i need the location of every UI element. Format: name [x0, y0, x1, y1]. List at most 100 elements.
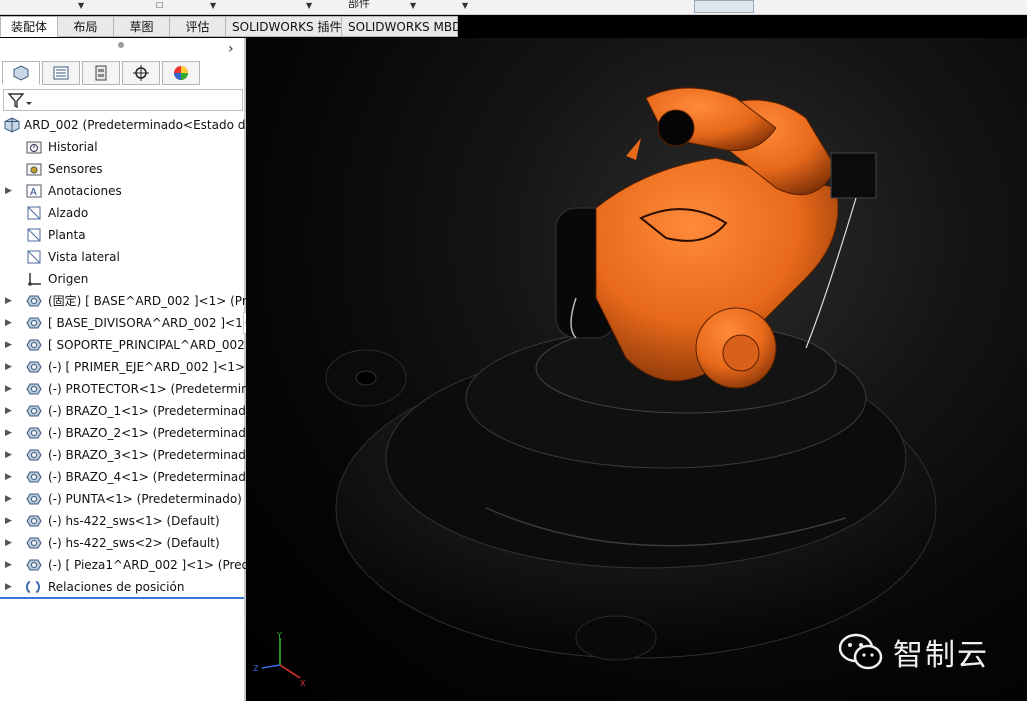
- tree-item[interactable]: ▶ Relaciones de posición: [0, 576, 246, 598]
- tree-item[interactable]: ▶ (-) BRAZO_3<1> (Predeterminado: [0, 444, 246, 466]
- expand-arrow-icon[interactable]: ▶: [5, 466, 12, 488]
- plane-icon: [27, 250, 41, 264]
- expand-arrow-icon[interactable]: ▶: [5, 312, 12, 334]
- part-icon: [26, 361, 42, 373]
- tree-item[interactable]: ▶ A Anotaciones: [0, 180, 246, 202]
- tree-item[interactable]: ▶ (-) [ PRIMER_EJE^ARD_002 ]<1> (: [0, 356, 246, 378]
- tree-item[interactable]: ▶ (-) hs-422_sws<1> (Default): [0, 510, 246, 532]
- tree-item[interactable]: Vista lateral: [0, 246, 246, 268]
- dropdown-arrow-icon[interactable]: ▼: [78, 1, 84, 10]
- tree-item-label: (-) BRAZO_2<1> (Predeterminado: [48, 426, 246, 440]
- tree-item[interactable]: ▶ (-) hs-422_sws<2> (Default): [0, 532, 246, 554]
- tree-item-label: (-) [ Pieza1^ARD_002 ]<1> (Prede: [48, 558, 246, 572]
- expand-arrow-icon[interactable]: ▶: [5, 576, 12, 598]
- tab-2[interactable]: 草图: [114, 16, 170, 37]
- tab-1[interactable]: 布局: [58, 16, 114, 37]
- dropdown-arrow-icon[interactable]: ▼: [410, 1, 416, 10]
- part-icon: [26, 383, 42, 395]
- checkbox-icon[interactable]: ☐: [156, 1, 163, 10]
- tree-item[interactable]: ▶ [ SOPORTE_PRINCIPAL^ARD_002 ]: [0, 334, 246, 356]
- tree-item-label: (-) BRAZO_3<1> (Predeterminado: [48, 448, 246, 462]
- part-icon: [26, 559, 42, 571]
- chevron-right-icon[interactable]: ›: [228, 41, 234, 57]
- history-folder-icon: [26, 141, 42, 154]
- annotations-icon: A: [26, 184, 42, 198]
- manager-tab-3[interactable]: [122, 61, 160, 85]
- tab-3[interactable]: 评估: [170, 16, 226, 37]
- dropdown-arrow-icon[interactable]: ▼: [210, 1, 216, 10]
- toolbar-label[interactable]: 部件: [348, 0, 370, 11]
- tree-item[interactable]: ▶ (-) BRAZO_1<1> (Predeterminado: [0, 400, 246, 422]
- mates-icon: [26, 581, 40, 593]
- tree-item-label: (-) hs-422_sws<2> (Default): [48, 536, 220, 550]
- part-icon: [26, 471, 42, 483]
- origin-icon: [28, 273, 41, 286]
- expand-arrow-icon[interactable]: ▶: [5, 290, 12, 312]
- tab-4[interactable]: SOLIDWORKS 插件: [226, 16, 342, 37]
- tree-item[interactable]: ▶ (固定) [ BASE^ARD_002 ]<1> (Prec: [0, 290, 246, 312]
- tab-bar-background: [458, 16, 706, 38]
- displaymanager-icon: [174, 66, 188, 80]
- tree-item-label: (-) BRAZO_1<1> (Predeterminado: [48, 404, 246, 418]
- tree-item[interactable]: ▶ [ BASE_DIVISORA^ARD_002 ]<1>: [0, 312, 246, 334]
- tree-item-label: Planta: [48, 228, 86, 242]
- expand-arrow-icon[interactable]: ▶: [5, 444, 12, 466]
- tree-item[interactable]: ▶ (-) [ Pieza1^ARD_002 ]<1> (Prede: [0, 554, 246, 576]
- panel-grip-handle[interactable]: [118, 42, 124, 48]
- plane-icon: [27, 206, 41, 220]
- manager-tab-0[interactable]: [2, 61, 40, 85]
- tree-item-label: Relaciones de posición: [48, 580, 185, 594]
- dropdown-arrow-icon[interactable]: ▼: [306, 1, 312, 10]
- tree-root-assembly[interactable]: ARD_002 (Predeterminado<Estado d: [0, 114, 246, 136]
- tree-item[interactable]: ▶ (-) PUNTA<1> (Predeterminado): [0, 488, 246, 510]
- part-icon: [26, 493, 42, 505]
- expand-arrow-icon[interactable]: ▶: [5, 334, 12, 356]
- part-icon: [26, 427, 42, 439]
- expand-arrow-icon[interactable]: ▶: [5, 510, 12, 532]
- tree-item[interactable]: ▶ (-) BRAZO_4<1> (Predeterminado: [0, 466, 246, 488]
- manager-tab-4[interactable]: [162, 61, 200, 85]
- tree-item[interactable]: ▶ (-) PROTECTOR<1> (Predetermina: [0, 378, 246, 400]
- expand-arrow-icon[interactable]: ▶: [5, 356, 12, 378]
- expand-arrow-icon[interactable]: ▶: [5, 488, 12, 510]
- tree-item-label: [ SOPORTE_PRINCIPAL^ARD_002 ]: [48, 338, 246, 352]
- tree-item-label: Origen: [48, 272, 89, 286]
- tab-5[interactable]: SOLIDWORKS MBD: [342, 16, 461, 37]
- tab-0[interactable]: 装配体: [0, 16, 58, 37]
- expand-arrow-icon[interactable]: ▶: [5, 422, 12, 444]
- tree-item-label: (-) PUNTA<1> (Predeterminado): [48, 492, 242, 506]
- expand-arrow-icon[interactable]: ▶: [5, 400, 12, 422]
- expand-arrow-icon[interactable]: ▶: [5, 554, 12, 576]
- tree-item-label: (-) [ PRIMER_EJE^ARD_002 ]<1> (: [48, 360, 246, 374]
- tree-filter-box[interactable]: [3, 89, 243, 111]
- expand-arrow-icon[interactable]: ▶: [5, 180, 12, 202]
- graphics-viewport[interactable]: Y X Z 智制云: [246, 38, 1027, 701]
- expand-arrow-icon[interactable]: ▶: [5, 378, 12, 400]
- watermark: 智制云: [837, 630, 989, 674]
- coordinate-triad: Y X Z: [250, 630, 310, 693]
- tree-item-label: [ BASE_DIVISORA^ARD_002 ]<1>: [48, 316, 246, 330]
- triad-z-label: Z: [253, 664, 259, 673]
- part-icon: [26, 295, 42, 307]
- tree-item-label: (-) PROTECTOR<1> (Predetermina: [48, 382, 246, 396]
- dropdown-arrow-icon[interactable]: ▼: [462, 1, 468, 10]
- sensors-folder-icon: [26, 163, 42, 176]
- svg-text:A: A: [30, 187, 37, 198]
- expand-arrow-icon[interactable]: ▶: [5, 532, 12, 554]
- tree-item[interactable]: Origen: [0, 268, 246, 290]
- triad-y-label: Y: [276, 631, 282, 640]
- tree-item-label: Anotaciones: [48, 184, 122, 198]
- part-icon: [26, 405, 42, 417]
- tree-item[interactable]: Historial: [0, 136, 246, 158]
- tree-root-label: ARD_002 (Predeterminado<Estado d: [24, 118, 246, 132]
- tree-item[interactable]: Planta: [0, 224, 246, 246]
- manager-tab-1[interactable]: [42, 61, 80, 85]
- part-icon: [26, 449, 42, 461]
- manager-tab-2[interactable]: [82, 61, 120, 85]
- tree-item[interactable]: Sensores: [0, 158, 246, 180]
- triad-x-label: X: [300, 679, 306, 688]
- tree-item[interactable]: Alzado: [0, 202, 246, 224]
- tree-item[interactable]: ▶ (-) BRAZO_2<1> (Predeterminado: [0, 422, 246, 444]
- toolbar-selected-button[interactable]: [694, 0, 754, 13]
- filter-icon[interactable]: [6, 90, 34, 110]
